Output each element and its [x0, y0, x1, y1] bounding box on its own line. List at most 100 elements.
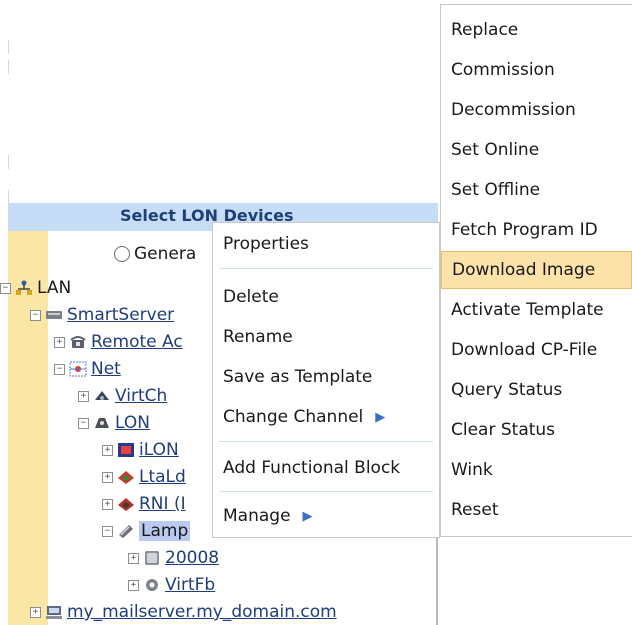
device-icon — [118, 443, 134, 457]
menu-separator — [219, 441, 433, 442]
expand-icon[interactable]: + — [30, 606, 41, 618]
menu-label: Delete — [223, 287, 279, 307]
lon-icon — [95, 418, 109, 428]
menu-item-delete[interactable]: Delete — [213, 278, 439, 316]
server-icon — [46, 606, 62, 619]
menu-label: Wink — [451, 460, 493, 480]
tree-row-lan[interactable]: − LAN — [0, 277, 71, 299]
menu-item-properties[interactable]: Properties — [213, 225, 439, 263]
menu-label: Save as Template — [223, 367, 373, 387]
menu-label: Change Channel — [223, 407, 364, 427]
left-tick — [8, 155, 9, 169]
device-icon — [118, 498, 134, 511]
expand-icon[interactable]: + — [102, 444, 113, 456]
tree-label-lan[interactable]: LAN — [37, 278, 71, 298]
menu-item-change-channel[interactable]: Change Channel ▶ — [213, 398, 439, 436]
collapse-icon[interactable]: − — [78, 417, 89, 429]
submenu-item-wink[interactable]: Wink — [441, 451, 632, 489]
tree-row-virtfb[interactable]: + VirtFb — [128, 574, 215, 596]
menu-label: Query Status — [451, 380, 563, 400]
tree-row-smartserver[interactable]: − SmartServer — [30, 304, 174, 326]
submenu-item-decommission[interactable]: Decommission — [441, 91, 632, 129]
menu-label: Fetch Program ID — [451, 220, 598, 240]
tree-label-20008[interactable]: 20008 — [165, 548, 219, 568]
submenu-item-download-image[interactable]: Download Image — [441, 251, 632, 289]
menu-label: Replace — [451, 20, 519, 40]
menu-label: Set Online — [451, 140, 540, 160]
context-menu: Properties Delete Rename Save as Templat… — [212, 222, 440, 538]
network-icon — [16, 280, 32, 295]
menu-label: Download CP-File — [451, 340, 598, 360]
collapse-icon[interactable]: − — [0, 282, 11, 294]
tree-label-virtch[interactable]: VirtCh — [115, 386, 167, 406]
tree-row-net[interactable]: − Net — [54, 358, 121, 380]
tree-label-net[interactable]: Net — [91, 359, 121, 379]
tree-label-lon[interactable]: LON — [115, 413, 150, 433]
collapse-icon[interactable]: − — [54, 363, 65, 375]
submenu-item-download-cp-file[interactable]: Download CP-File — [441, 331, 632, 369]
expand-icon[interactable]: + — [54, 336, 65, 348]
tree-row-remote[interactable]: + Remote Ac — [54, 331, 183, 353]
collapse-icon[interactable]: − — [30, 309, 41, 321]
expand-icon[interactable]: + — [128, 579, 139, 591]
tree-label-lamp[interactable]: Lamp — [139, 521, 191, 541]
tree-label-remote[interactable]: Remote Ac — [91, 332, 183, 352]
left-tick — [8, 60, 9, 74]
submenu-item-commission[interactable]: Commission — [441, 51, 632, 89]
radio-button[interactable] — [114, 246, 130, 262]
chevron-right-icon: ▶ — [375, 409, 386, 425]
tree-label-smartserver[interactable]: SmartServer — [67, 305, 174, 325]
telephone-icon — [70, 336, 86, 348]
tree-label-ilon[interactable]: iLON — [139, 440, 179, 460]
tree-label-virtfb[interactable]: VirtFb — [165, 575, 215, 595]
submenu-item-activate-template[interactable]: Activate Template — [441, 291, 632, 329]
menu-label: Rename — [223, 327, 293, 347]
menu-separator — [219, 491, 433, 492]
menu-item-add-functional-block[interactable]: Add Functional Block — [213, 449, 439, 487]
radio-label: Genera — [134, 244, 197, 264]
router-icon — [95, 391, 109, 400]
manage-submenu: Replace Commission Decommission Set Onli… — [440, 4, 632, 537]
device-icon — [118, 471, 134, 484]
net-icon — [69, 361, 87, 377]
menu-label: Activate Template — [451, 300, 604, 320]
tree-row-virtch[interactable]: + VirtCh — [78, 385, 167, 407]
gear-icon — [146, 579, 158, 591]
menu-label: Clear Status — [451, 420, 556, 440]
menu-label: Download Image — [452, 260, 596, 280]
submenu-item-clear-status[interactable]: Clear Status — [441, 411, 632, 449]
menu-label: Decommission — [451, 100, 576, 120]
menu-label: Add Functional Block — [223, 458, 401, 478]
submenu-item-query-status[interactable]: Query Status — [441, 371, 632, 409]
expand-icon[interactable]: + — [128, 552, 139, 564]
collapse-icon[interactable]: − — [102, 525, 113, 537]
tree-label-rni[interactable]: RNI (I — [139, 494, 186, 514]
submenu-item-fetch-program-id[interactable]: Fetch Program ID — [441, 211, 632, 249]
chevron-right-icon: ▶ — [302, 508, 313, 524]
expand-icon[interactable]: + — [78, 390, 89, 402]
tree-row-lon[interactable]: − LON — [78, 412, 150, 434]
tree-label-ltald[interactable]: LtaLd — [139, 467, 186, 487]
radio-general[interactable]: Genera — [114, 244, 196, 264]
left-tick — [8, 40, 9, 54]
submenu-item-replace[interactable]: Replace — [441, 11, 632, 49]
submenu-item-reset[interactable]: Reset — [441, 491, 632, 529]
tree-row-20008[interactable]: + 20008 — [128, 547, 219, 569]
tree-row-lamp[interactable]: − Lamp — [102, 520, 191, 542]
menu-item-manage[interactable]: Manage ▶ — [213, 497, 439, 535]
expand-icon[interactable]: + — [102, 471, 113, 483]
menu-item-rename[interactable]: Rename — [213, 318, 439, 356]
left-tick — [8, 190, 9, 204]
menu-label: Reset — [451, 500, 499, 520]
menu-item-save-as-template[interactable]: Save as Template — [213, 358, 439, 396]
submenu-item-set-offline[interactable]: Set Offline — [441, 171, 632, 209]
tree-row-mailserver[interactable]: + my_mailserver.my_domain.com — [30, 601, 337, 623]
menu-label: Properties — [223, 234, 309, 254]
menu-label: Commission — [451, 60, 555, 80]
tree-row-ilon[interactable]: + iLON — [102, 439, 179, 461]
tree-row-rni[interactable]: + RNI (I — [102, 493, 186, 515]
tree-label-mailserver[interactable]: my_mailserver.my_domain.com — [67, 602, 337, 622]
submenu-item-set-online[interactable]: Set Online — [441, 131, 632, 169]
tree-row-ltald[interactable]: + LtaLd — [102, 466, 186, 488]
expand-icon[interactable]: + — [102, 498, 113, 510]
